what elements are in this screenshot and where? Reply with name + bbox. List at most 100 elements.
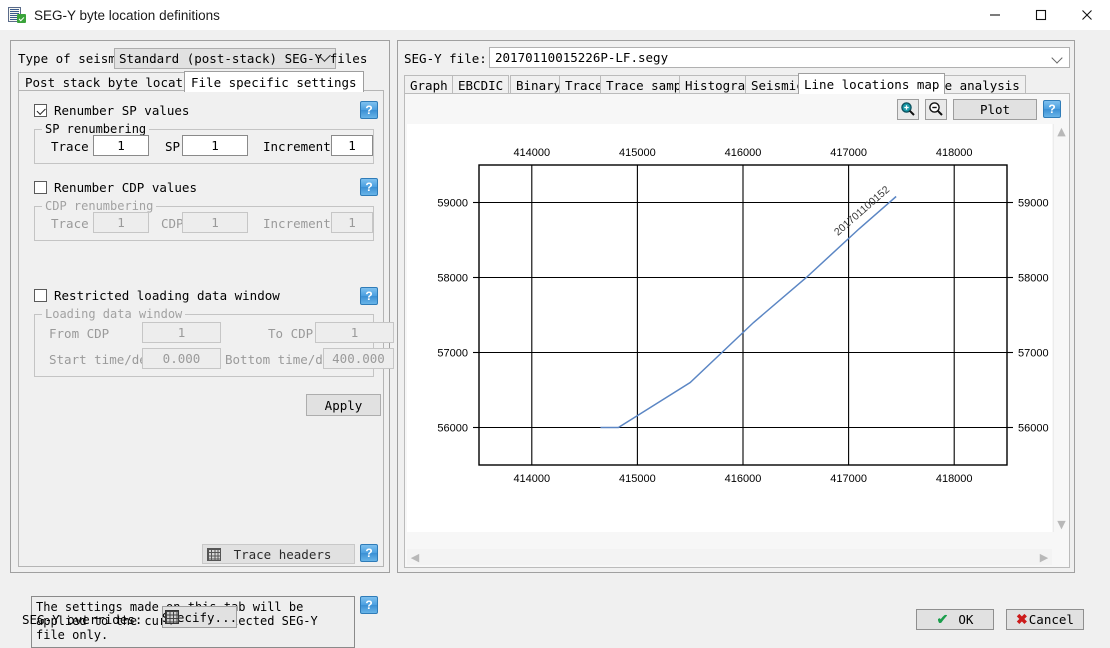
svg-text:56000: 56000 [1018,423,1049,435]
from-cdp-input: 1 [142,322,221,343]
sp-label: SP [165,139,181,154]
plot-toolbar: Plot ? [897,98,1061,120]
svg-text:416000: 416000 [725,473,762,485]
svg-text:58000: 58000 [1018,273,1049,285]
chart-vertical-scrollbar[interactable]: ▲ ▼ [1053,124,1068,532]
segy-file-label: SEG-Y file: [404,51,487,66]
seismic-type-label: Type of seismic [18,51,116,66]
cdp-increment-label: Increment [263,216,331,231]
sp-trace-input[interactable]: 1 [93,135,149,156]
cancel-label: Cancel [1028,612,1074,627]
tab-line-locations-map[interactable]: Line locations map [798,73,946,94]
svg-text:59000: 59000 [1018,198,1049,210]
chevron-down-icon [1051,52,1063,64]
svg-text:414000: 414000 [513,147,550,159]
renumber-cdp-checkbox[interactable] [34,181,47,194]
svg-text:56000: 56000 [437,423,468,435]
sp-increment-label: Increment [263,139,331,154]
tab-label: Line locations map [804,76,940,92]
tab-file-specific-settings[interactable]: File specific settings [184,71,364,92]
tab-ebcdic[interactable]: EBCDIC [452,75,510,94]
svg-text:58000: 58000 [437,273,468,285]
ok-label: OK [958,612,974,627]
cdp-label: CDP [161,216,184,231]
file-specific-settings-pane: Renumber SP values ? SP renumbering Trac… [18,90,394,648]
help-button-info[interactable]: ? [360,596,378,614]
svg-text:418000: 418000 [936,147,973,159]
seismic-type-dropdown[interactable]: Standard (post-stack) SEG-Y files [114,48,367,69]
cancel-button[interactable]: ✖ Cancel [1006,609,1084,630]
scroll-down-icon[interactable]: ▼ [1054,517,1069,532]
restricted-window-checkbox-row[interactable]: Restricted loading data window [34,288,280,303]
scroll-up-icon[interactable]: ▲ [1054,124,1069,139]
window-controls [972,0,1110,30]
segy-document-icon [8,7,26,23]
svg-text:417000: 417000 [830,147,867,159]
chart-horizontal-scrollbar[interactable]: ◀ ▶ [407,549,1052,565]
maximize-icon[interactable] [1018,0,1064,30]
segy-file-dropdown[interactable]: 20170110015226P-LF.segy [489,47,1070,68]
line-locations-chart[interactable]: 414000 414000 415000 415000 416000 416000 4170… [407,124,1052,532]
help-button-restricted-window[interactable]: ? [360,287,378,305]
svg-text:417000: 417000 [830,473,867,485]
dialog-body: Type of seismic Standard (post-stack) SE… [0,30,1110,648]
to-cdp-label: To CDP [268,326,314,341]
table-grid-icon [165,610,179,624]
plot-button[interactable]: Plot [953,98,1037,120]
svg-text:418000: 418000 [936,473,973,485]
bottom-time-depth-input: 400.000 [323,348,394,369]
tab-label: Seismic [751,77,804,93]
cdp-trace-input: 1 [93,212,149,233]
close-icon[interactable] [1064,0,1110,30]
tab-label: EBCDIC [458,77,504,93]
renumber-sp-label: Renumber SP values [54,103,190,118]
sp-increment-input[interactable]: 1 [331,135,373,156]
line-locations-map-pane: Plot ? 414000 414000 415000 415000 416000 416… [404,93,1070,568]
zoom-in-icon[interactable] [897,98,919,120]
scroll-right-icon[interactable]: ▶ [1036,549,1052,565]
left-settings-panel: Type of seismic Standard (post-stack) SE… [10,40,394,648]
tab-label: File specific settings [191,74,357,90]
loading-data-window-group: Loading data window From CDP 1 To CDP 1 … [34,307,394,377]
restricted-window-label: Restricted loading data window [54,288,280,303]
svg-text:57000: 57000 [437,348,468,360]
specify-overrides-button[interactable]: Specify... [162,606,237,628]
help-button-renumber-cdp[interactable]: ? [360,178,378,196]
window-title: SEG-Y byte location definitions [34,7,220,23]
trace-headers-button[interactable]: Trace headers [202,544,355,564]
segy-overrides-label: SEG-Y overrides: [22,612,143,627]
renumber-cdp-label: Renumber CDP values [54,180,197,195]
left-tab-strip: Post stack byte locations File specific … [18,71,384,92]
svg-text:59000: 59000 [437,198,468,210]
sp-renumbering-legend: SP renumbering [42,122,150,136]
to-cdp-input: 1 [315,322,394,343]
close-x-icon: ✖ [1016,611,1028,627]
right-tab-strip: Graph EBCDIC Binary Trace Trace samples … [404,73,1070,94]
renumber-sp-checkbox[interactable] [34,104,47,117]
apply-button[interactable]: Apply [306,394,381,416]
zoom-out-icon[interactable] [925,98,947,120]
help-button-trace-headers[interactable]: ? [360,544,378,562]
title-bar: SEG-Y byte location definitions [0,0,1110,30]
svg-text:57000: 57000 [1018,348,1049,360]
tab-graph[interactable]: Graph [404,75,454,94]
renumber-cdp-checkbox-row[interactable]: Renumber CDP values [34,180,197,195]
svg-text:416000: 416000 [725,147,762,159]
svg-text:414000: 414000 [513,473,550,485]
help-button-plot[interactable]: ? [1043,100,1061,118]
trace-headers-label: Trace headers [233,546,332,562]
sp-renumbering-group: SP renumbering Trace 1 SP 1 Increment 1 [34,122,374,164]
renumber-sp-checkbox-row[interactable]: Renumber SP values [34,103,189,118]
help-button-renumber-sp[interactable]: ? [360,101,378,119]
tab-label: Graph [410,77,448,93]
scroll-left-icon[interactable]: ◀ [407,549,423,565]
check-icon: ✔ [936,611,949,627]
ok-button[interactable]: ✔ OK [916,609,994,630]
svg-text:415000: 415000 [619,147,656,159]
right-preview-panel: SEG-Y file: 20170110015226P-LF.segy Grap… [397,40,1075,573]
sp-value-input[interactable]: 1 [182,135,248,156]
chart-svg: 414000 414000 415000 415000 416000 416000 4170… [437,147,1049,485]
restricted-window-checkbox[interactable] [34,289,47,302]
minimize-icon[interactable] [972,0,1018,30]
seismic-type-row: Type of seismic Standard (post-stack) SE… [18,48,384,70]
